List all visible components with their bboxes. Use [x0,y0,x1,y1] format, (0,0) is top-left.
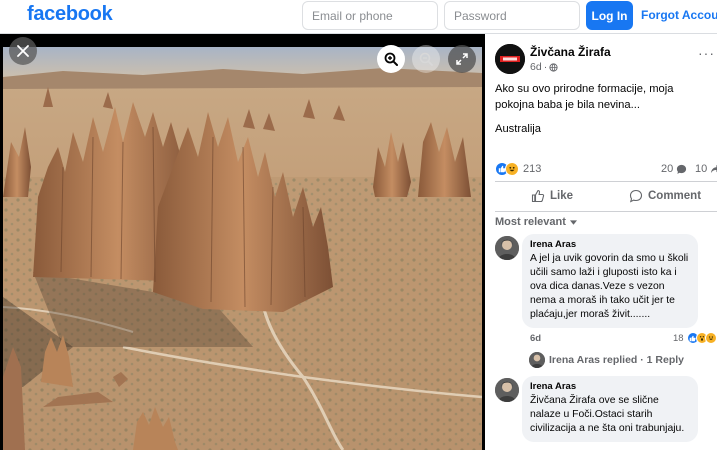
shares-count[interactable]: 10 [695,163,717,175]
more-icon: ··· [698,45,715,61]
like-button[interactable]: Like [531,185,573,207]
comment-bubble: Irena Aras Živčana Žirafa ove se slične … [522,376,698,442]
replies-label: Irena Aras replied · 1 Reply [549,354,684,366]
forgot-account-link[interactable]: Forgot Account? [641,8,717,22]
divider [495,211,717,212]
reply-avatar [529,352,545,368]
haha-reaction-icon [505,162,519,176]
comment-reactions[interactable]: 18 [673,332,717,344]
divider [495,181,717,182]
caret-down-icon [569,219,577,225]
post-meta: 6d · [530,61,558,73]
comment-label: Comment [648,190,702,202]
meta-separator: · [543,61,548,73]
reactions-summary[interactable]: 213 [495,162,541,176]
zoom-in-icon [384,52,398,66]
comment-author[interactable]: Irena Aras [530,381,690,393]
close-icon [17,45,29,57]
comment-icon [629,189,643,203]
comment-text: A jel ja uvik govorin da smo u školi uči… [530,253,689,320]
comment-bubble-icon [677,164,687,174]
password-field[interactable] [444,1,580,30]
comments-count-value: 20 [661,163,674,175]
post-text: Ako su ovo prirodne formacije, moja poko… [495,83,674,111]
commenter-avatar[interactable] [495,236,519,260]
facebook-logo[interactable]: facebook [27,3,113,26]
comment-button[interactable]: Comment [629,185,701,207]
post-time[interactable]: 6d [530,61,542,73]
post-panel: Živčana Žirafa 6d · ··· Ako su ovo priro… [485,34,717,450]
page-name-link[interactable]: Živčana Žirafa [530,45,611,59]
fullscreen-button[interactable] [448,45,476,73]
zoom-in-button[interactable] [377,45,405,73]
comments-count[interactable]: 20 [661,163,687,175]
commenter-avatar[interactable] [495,378,519,402]
fullscreen-icon [456,53,468,65]
post-photo [3,47,482,450]
globe-icon [549,62,558,72]
comment-reactions-count: 18 [673,332,684,344]
zoom-out-button[interactable] [412,45,440,73]
comment-time[interactable]: 6d [530,333,541,344]
page-avatar[interactable] [495,44,525,74]
like-icon [531,189,545,203]
login-button[interactable]: Log In [586,1,633,30]
comment-text: Živčana Žirafa ove se slične nalaze u Fo… [530,395,685,434]
email-field[interactable] [302,1,438,30]
view-replies-link[interactable]: Irena Aras replied · 1 Reply [529,352,684,368]
shares-count-value: 10 [695,163,708,175]
post-location-text: Australija [495,123,542,135]
reactions-count: 213 [523,163,542,175]
image-viewer [0,34,485,450]
like-label: Like [550,190,574,202]
share-icon [711,164,717,173]
comment-author[interactable]: Irena Aras [530,239,690,251]
more-options-button[interactable]: ··· [698,45,715,61]
close-viewer-button[interactable] [9,37,37,65]
top-bar: facebook Log In Forgot Account? [0,0,717,34]
zoom-out-icon [419,52,433,66]
comment-bubble: Irena Aras A jel ja uvik govorin da smo … [522,234,698,328]
haha-reaction-icon [704,332,717,344]
comment-sort-dropdown[interactable]: Most relevant [495,216,577,228]
comment-sort-label: Most relevant [495,216,566,228]
